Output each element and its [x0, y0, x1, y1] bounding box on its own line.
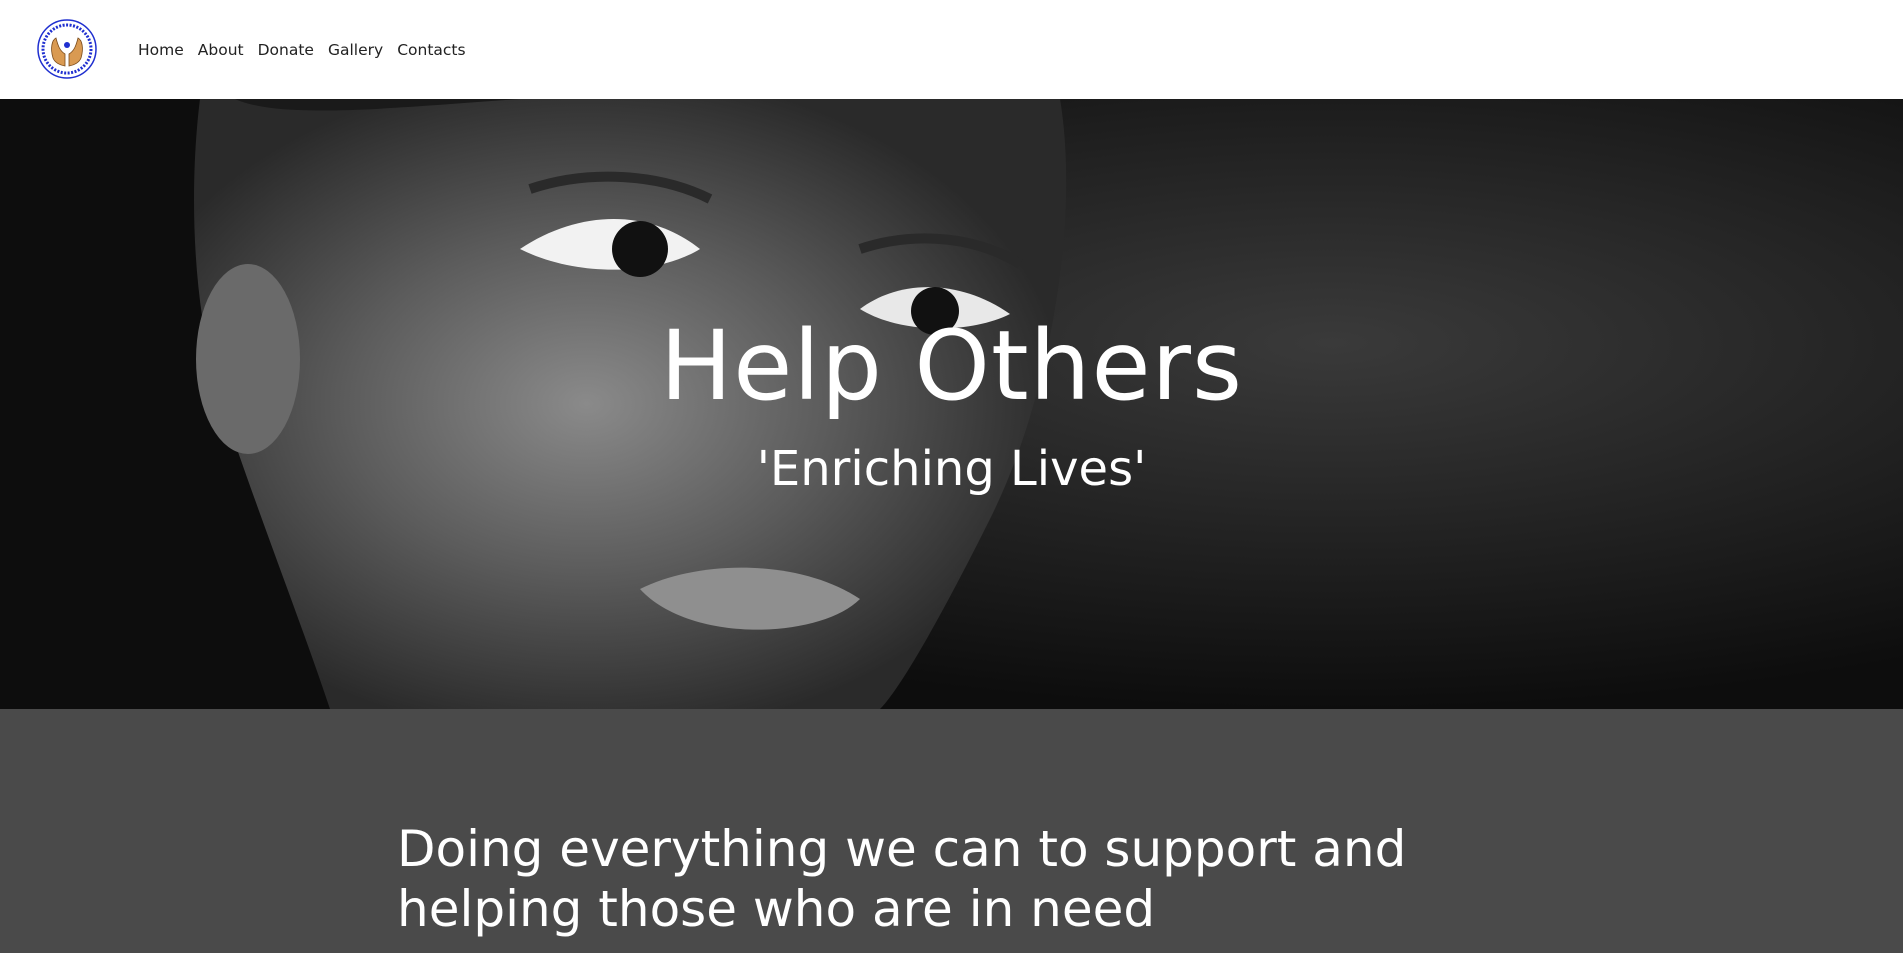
site-logo[interactable]: [36, 18, 98, 80]
mission-heading: Doing everything we can to support and h…: [397, 820, 1407, 938]
main-nav: Home About Donate Gallery Contacts: [131, 38, 473, 62]
hero-banner: Help Others 'Enriching Lives': [0, 99, 1903, 709]
nav-contacts[interactable]: Contacts: [397, 38, 465, 62]
nav-donate[interactable]: Donate: [258, 38, 314, 62]
hero-subtitle: 'Enriching Lives': [756, 441, 1147, 497]
logo-hands-icon: [37, 19, 97, 79]
nav-about[interactable]: About: [198, 38, 244, 62]
site-header: Home About Donate Gallery Contacts: [0, 0, 1903, 99]
mission-section: Doing everything we can to support and h…: [0, 709, 1903, 953]
nav-gallery[interactable]: Gallery: [328, 38, 383, 62]
nav-home[interactable]: Home: [138, 38, 184, 62]
hero-title: Help Others: [660, 310, 1243, 422]
